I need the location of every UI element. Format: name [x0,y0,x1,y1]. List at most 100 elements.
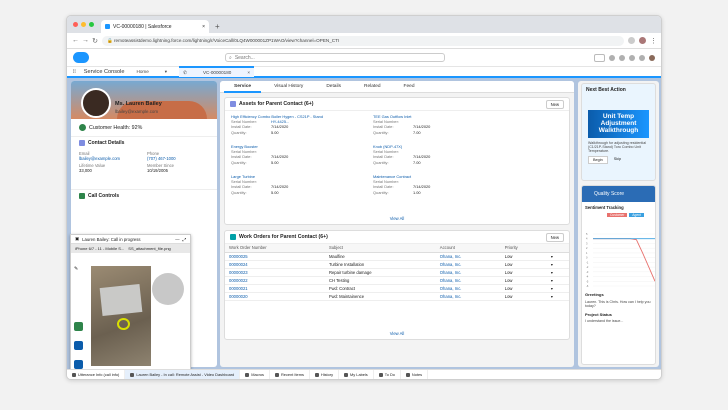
close-dot[interactable] [73,22,78,27]
video-feed[interactable] [91,266,151,366]
search-input[interactable]: ⌕ Search... [225,53,445,62]
y-tick-label: 2 [586,246,588,250]
close-icon[interactable]: × [202,24,205,30]
lock-icon: 🔒 [107,37,114,43]
row-menu-icon[interactable]: ▾ [546,260,569,269]
phone-link[interactable]: (707) 467-1000 [147,156,209,161]
favorites-icon[interactable] [594,53,605,62]
setup-icon[interactable] [629,54,635,61]
browser-toolbar: ← → ↻ 🔒 remoteassistdemo.lightning.force… [67,33,661,49]
nba-title: Next Best Action [586,87,626,93]
back-icon[interactable]: ← [72,37,79,44]
table-row[interactable]: 00000025 Maulfine Ohana, Inc. Low ▾ [225,252,569,261]
pen-icon[interactable]: ✎ [74,266,86,272]
y-tick-label: -6 [586,284,589,288]
chat-icon[interactable] [74,341,83,350]
greetings-label: Greetings [585,292,604,297]
row-menu-icon[interactable]: ▾ [546,276,569,285]
asset-icon [230,101,236,107]
app-name: Service Console [83,68,125,75]
tab-related[interactable]: Related [354,81,391,93]
screenshot-icon[interactable] [74,322,83,331]
url-text: remoteassistdemo.lightning.force.com/lig… [114,38,340,43]
video-call-window[interactable]: ▣ Lauren Bailey: Call in progress — ⤢ iPhon… [70,234,191,374]
salesforce-logo-icon [73,52,89,63]
expand-icon[interactable]: ⤢ [183,237,186,242]
y-tick-label: -3 [586,270,589,274]
quality-score-card: Quality Score Sentiment Tracking Custome… [581,185,656,365]
help-icon[interactable] [619,54,625,61]
tab-home[interactable]: Home ▾ [133,66,172,77]
utility-item[interactable]: Macros [240,369,270,379]
legend-agent: Agent [629,213,644,217]
url-bar[interactable]: 🔒 remoteassistdemo.lightning.force.com/l… [102,35,624,46]
table-row[interactable]: 00000021 Fwd: Contract Ohana, Inc. Low ▾ [225,284,569,293]
row-menu-icon[interactable]: ▾ [546,268,569,277]
sf-header: ⌕ Search... [67,49,661,67]
utility-item[interactable]: Recent Items [270,369,310,379]
new-tab-icon[interactable]: + [215,20,220,33]
new-work-order-button[interactable]: New [545,232,564,242]
row-menu-icon[interactable]: ▾ [546,252,569,261]
end-call-icon[interactable] [74,379,83,380]
camera-icon[interactable] [74,360,83,369]
contact-banner: Ms. Lauren Bailey lbailey@example.com [71,81,217,119]
y-tick-label: -2 [586,265,589,269]
utility-item[interactable]: To Do [374,369,401,379]
skip-button[interactable]: Skip [611,156,624,164]
right-panel: Next Best Action Unit Temp Adjustment Wa… [578,81,659,367]
utility-item[interactable]: Notes [401,369,429,379]
row-menu-icon[interactable]: ▾ [546,292,569,301]
table-row[interactable]: 00000023 Repair turbine damage Ohana, Inc.… [225,268,569,277]
close-icon[interactable]: × [247,70,250,75]
table-row[interactable]: 00000022 CH Testing Ohana, Inc. Low ▾ [225,276,569,285]
begin-button[interactable]: Begin [588,156,608,164]
contact-icon [79,140,85,146]
table-row[interactable]: 00000024 Turbine Installation Ohana, Inc. L… [225,260,569,269]
add-icon[interactable] [609,54,615,61]
call-controls-header[interactable]: Call Controls [71,189,217,202]
smile-icon [79,124,86,131]
assets-view-all[interactable]: View All [225,216,569,221]
self-view [152,273,184,305]
minimize-icon[interactable]: — [175,237,179,242]
new-asset-button[interactable]: New [545,99,564,109]
notifications-icon[interactable] [639,54,645,61]
y-tick-label: 4 [586,237,588,241]
contact-details-header[interactable]: Contact Details [71,136,217,149]
work-orders-view-all[interactable]: View All [225,331,569,336]
profile-icon[interactable] [639,37,646,44]
utility-icon [314,372,319,377]
app-launcher-icon[interactable]: ⁞⁞ [73,69,76,75]
forward-icon[interactable]: → [82,37,89,44]
asset-item: Large Turbine Serial Number: Install Date:… [231,174,386,195]
row-menu-icon[interactable]: ▾ [546,284,569,293]
y-tick-label: 5 [586,232,588,236]
maximize-dot[interactable] [89,22,94,27]
work-orders-table: Work Order Number Subject Account Priority … [225,244,569,301]
browser-tab[interactable]: VC-00000180 | Salesforce × [101,20,209,33]
tab-service[interactable]: Service [224,81,262,93]
asset-item: High Efficiency Combo Boiler Hygen - CS2… [231,114,386,135]
tab-visual-history[interactable]: Visual History [264,81,313,93]
call-status: Lauren Bailey: Call in progress [82,236,141,242]
utility-item[interactable]: Utterance Info (call info) [67,369,126,379]
assets-card: Assets for Parent Contact (6+) New High E… [224,97,570,225]
menu-icon[interactable]: ⋮ [650,37,657,45]
table-row[interactable]: 00000020 Fwd: Maintainence Ohana, Inc. Low ▾ [225,292,569,301]
tab-voice-call[interactable]: ✆ VC-00000180 × [179,66,254,77]
browser-tabbar: VC-00000180 | Salesforce × + [67,16,661,33]
center-panel: Service Visual History Details Related F… [220,81,574,367]
utility-item[interactable]: My Labels [339,369,374,379]
reload-icon[interactable]: ↻ [92,37,98,45]
tab-feed[interactable]: Feed [394,81,425,93]
extension-icon[interactable] [628,37,635,44]
utility-icon [130,372,135,377]
email-link[interactable]: lbailey@example.com [79,156,141,161]
avatar[interactable] [649,54,655,61]
tab-details[interactable]: Details [316,81,351,93]
utility-bar: Utterance Info (call info) Lauren Bailey … [67,369,661,379]
utility-item[interactable]: History [310,369,340,379]
utility-item[interactable]: Lauren Bailey - In call: Remote Assist -… [125,369,241,379]
minimize-dot[interactable] [81,22,86,27]
